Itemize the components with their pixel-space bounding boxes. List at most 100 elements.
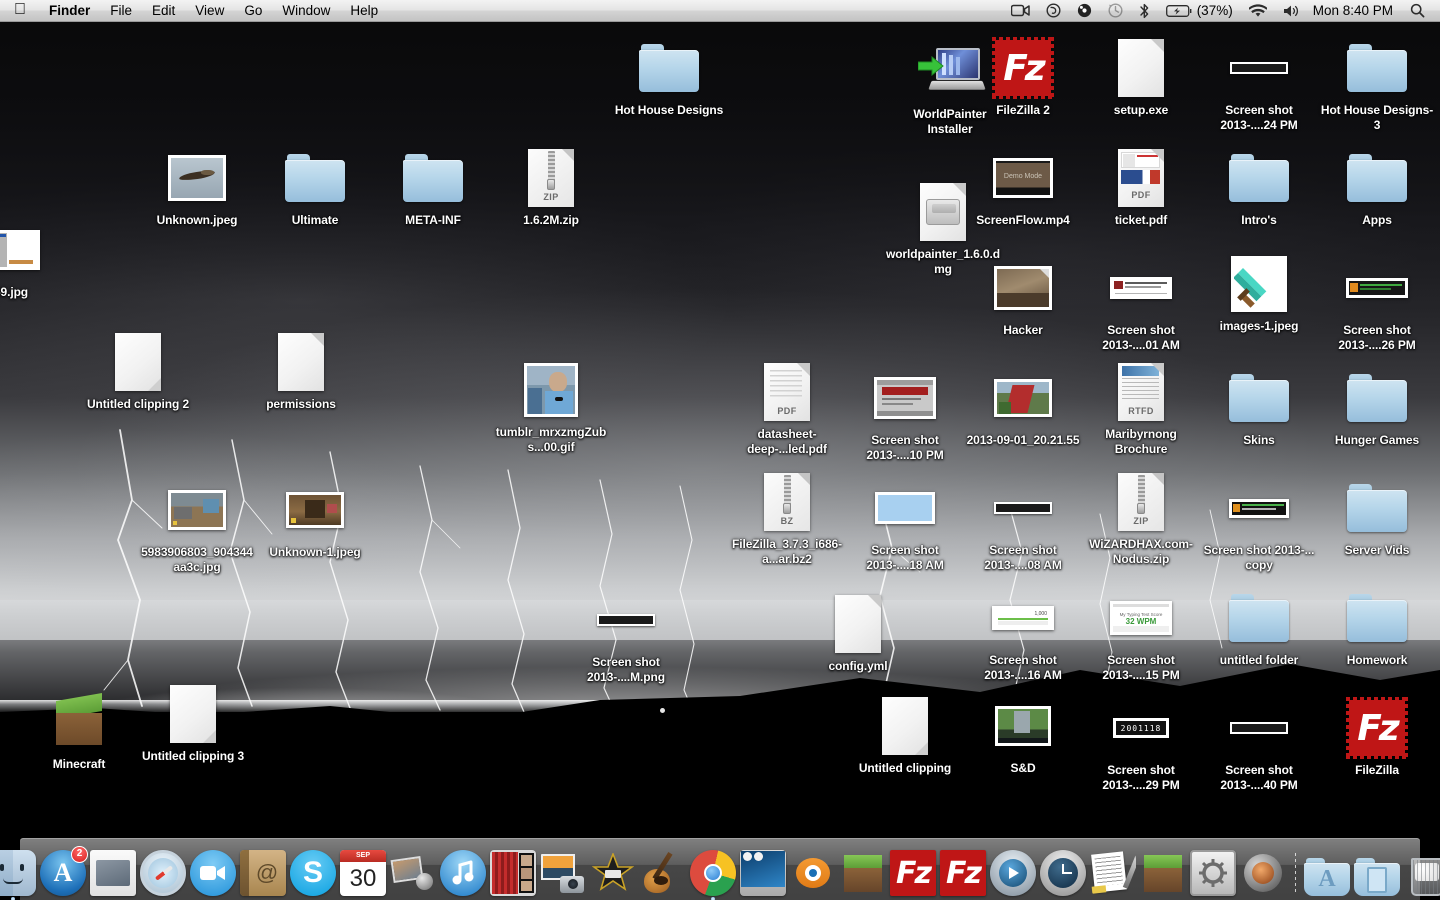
desktop-icon[interactable]: Screen shot 2013-....18 AM <box>846 476 964 573</box>
dock-item-time-machine[interactable] <box>1039 848 1087 896</box>
dock-item-minecraft-2[interactable] <box>1139 848 1187 896</box>
dock-item-quicktime-player[interactable] <box>989 848 1037 896</box>
desktop-icon[interactable]: Screen shot 2013-....24 PM <box>1200 36 1318 133</box>
dock-item-photo-booth[interactable] <box>489 848 537 896</box>
desktop-icon[interactable]: Untitled clipping 2 <box>79 330 197 412</box>
desktop-icon-art[interactable] <box>594 588 658 652</box>
desktop-icon-art[interactable] <box>283 478 347 542</box>
desktop-icon-art[interactable] <box>0 218 43 282</box>
desktop-icon[interactable]: Hot House Designs <box>610 36 728 118</box>
desktop-icon-art[interactable] <box>1109 256 1173 320</box>
desktop-icon-art[interactable] <box>911 180 975 244</box>
dock-item-app-store[interactable]: A2 <box>39 846 88 896</box>
wifi-icon[interactable] <box>1242 0 1274 22</box>
dock-item-system-preferences[interactable] <box>1189 848 1237 896</box>
desktop-icon-art[interactable] <box>269 330 333 394</box>
desktop-icon[interactable]: RTFD Maribyrnong Brochure <box>1082 360 1200 457</box>
desktop-icon-art[interactable] <box>165 478 229 542</box>
desktop-icon-art[interactable] <box>165 146 229 210</box>
dock-item-facetime[interactable] <box>189 848 237 896</box>
desktop-icon-art[interactable]: Fz <box>1345 696 1409 760</box>
menu-view[interactable]: View <box>185 0 234 22</box>
desktop-icon-art[interactable]: 1,000 <box>991 586 1055 650</box>
desktop-icon-art[interactable] <box>1227 146 1291 210</box>
dock-item-imovie[interactable] <box>589 848 637 896</box>
dock-item-contacts[interactable]: @ <box>239 848 287 896</box>
menu-help[interactable]: Help <box>340 0 388 22</box>
desktop-icon-art[interactable] <box>47 690 111 754</box>
desktop-icon[interactable]: config.yml <box>799 592 917 674</box>
dock-item-filezilla-1[interactable]: Fz <box>889 848 937 896</box>
desktop-icon[interactable]: Unknown-1.jpeg <box>256 478 374 560</box>
desktop-icon[interactable]: 5983906803_904344aa3c.jpg <box>138 478 256 575</box>
menu-bar-clock[interactable]: Mon 8:40 PM <box>1309 3 1401 18</box>
desktop-icon-art[interactable]: ZIP <box>519 146 583 210</box>
desktop-icon-art[interactable] <box>1345 36 1409 100</box>
desktop-icon-art[interactable] <box>873 366 937 430</box>
desktop-icon[interactable]: images-1.jpeg <box>1200 252 1318 334</box>
dock-item-preview[interactable] <box>539 848 587 896</box>
desktop-icon[interactable]: Untitled clipping 3 <box>134 682 252 764</box>
dock-item-screenflow[interactable] <box>739 848 787 896</box>
menu-file[interactable]: File <box>100 0 142 22</box>
desktop-icon[interactable]: Unknown.jpeg <box>138 146 256 228</box>
volume-icon[interactable] <box>1276 0 1307 22</box>
desktop-icon-art[interactable] <box>1345 256 1409 320</box>
desktop-icon[interactable]: My Typing Test Score 32 WPM Screen shot 20… <box>1082 586 1200 683</box>
bluetooth-icon[interactable] <box>1132 0 1157 22</box>
battery-icon[interactable]: (37%) <box>1159 0 1240 22</box>
desktop-icon-art[interactable] <box>1227 252 1291 316</box>
desktop-icon[interactable]: Screen shot 2013-....08 AM <box>964 476 1082 573</box>
desktop-icon-art[interactable] <box>1345 146 1409 210</box>
desktop-icon[interactable]: Skins <box>1200 366 1318 448</box>
desktop-icon[interactable]: setup.exe <box>1082 36 1200 118</box>
dock-item-garageband[interactable] <box>639 848 687 896</box>
desktop-icon[interactable]: tumblr_mrxzmgZubs...00.gif <box>492 358 610 455</box>
desktop-icon[interactable]: PDF datasheet-deep-...led.pdf <box>728 360 846 457</box>
dock-item-safari[interactable] <box>139 848 187 896</box>
desktop-icon-art[interactable] <box>1345 586 1409 650</box>
dock-item-google-chrome[interactable] <box>689 848 737 900</box>
desktop-icon[interactable]: BZ FileZilla_3.7.3_i686-a...ar.bz2 <box>728 470 846 567</box>
desktop-icon[interactable]: Hunger Games <box>1318 366 1436 448</box>
desktop-icon-art[interactable] <box>991 366 1055 430</box>
desktop-icon[interactable]: Screen shot 2013-... copy <box>1200 476 1318 573</box>
desktop-icon-art[interactable] <box>161 682 225 746</box>
desktop-icon-art[interactable] <box>873 476 937 540</box>
dock-stack-applications-folder[interactable]: A <box>1303 848 1351 896</box>
desktop-icon-art[interactable]: PDF <box>1109 146 1173 210</box>
desktop-icon-art[interactable] <box>1109 36 1173 100</box>
desktop-icon-art[interactable] <box>873 694 937 758</box>
desktop-icon-art[interactable] <box>1345 366 1409 430</box>
desktop-icon-art[interactable] <box>826 592 890 656</box>
desktop-icon-art[interactable] <box>283 146 347 210</box>
desktop-icon[interactable]: Homework <box>1318 586 1436 668</box>
desktop-icon-art[interactable]: RTFD <box>1109 360 1173 424</box>
desktop-icon[interactable]: 1,000 Screen shot 2013-....16 AM <box>964 586 1082 683</box>
desktop-icon[interactable]: Screen shot 2013-....40 PM <box>1200 696 1318 793</box>
desktop-icon[interactable]: S&D <box>964 694 1082 776</box>
desktop-icon-art[interactable]: BZ <box>755 470 819 534</box>
desktop-icon[interactable]: PDF ticket.pdf <box>1082 146 1200 228</box>
disc-burn-icon[interactable] <box>1070 0 1099 22</box>
desktop-icon-art[interactable] <box>991 256 1055 320</box>
time-machine-icon[interactable] <box>1101 0 1130 22</box>
desktop-icon-art[interactable]: My Typing Test Score 32 WPM <box>1109 586 1173 650</box>
desktop-icon-art[interactable] <box>991 694 1055 758</box>
dock-stack-documents-folder[interactable] <box>1353 848 1401 896</box>
dock-item-lens-app[interactable] <box>1239 848 1287 896</box>
menu-finder[interactable]: Finder <box>39 0 100 22</box>
desktop-icon-art[interactable] <box>401 146 465 210</box>
desktop-icon-art[interactable] <box>1227 366 1291 430</box>
screen-recording-icon[interactable] <box>1004 0 1037 22</box>
desktop-icon-art[interactable] <box>106 330 170 394</box>
desktop-icon[interactable]: 2013-09-01_20.21.55 <box>964 366 1082 448</box>
menu-go[interactable]: Go <box>234 0 272 22</box>
menu-edit[interactable]: Edit <box>142 0 185 22</box>
desktop-icon-art[interactable] <box>1227 696 1291 760</box>
desktop-icon[interactable]: Screen shot 2013-....10 PM <box>846 366 964 463</box>
desktop-icon-art[interactable] <box>1227 476 1291 540</box>
desktop-icon[interactable]: Screen shot 2013-....01 AM <box>1082 256 1200 353</box>
desktop-icon-art[interactable]: PDF <box>755 360 819 424</box>
apple-menu-icon[interactable]:  <box>0 1 39 18</box>
